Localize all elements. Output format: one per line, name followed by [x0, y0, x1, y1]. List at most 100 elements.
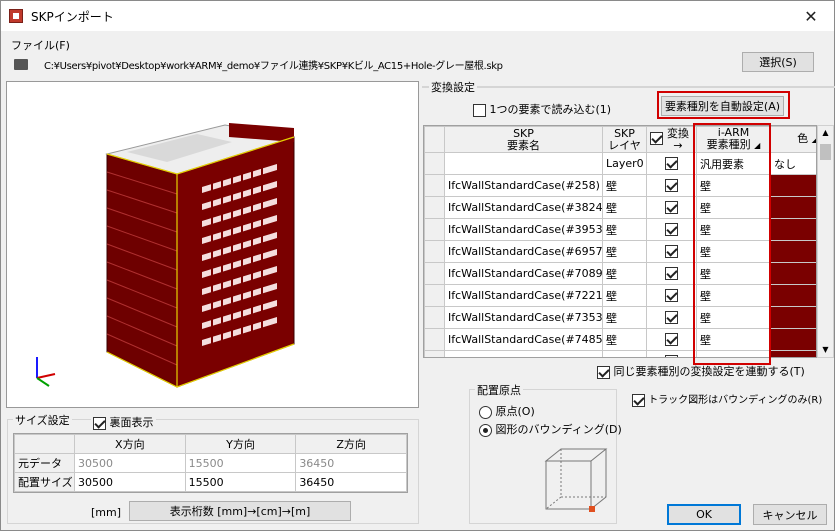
convert-check[interactable] [665, 355, 678, 357]
row-header[interactable] [424, 174, 445, 197]
scroll-thumb[interactable] [820, 144, 831, 160]
size-header-corner [14, 434, 75, 454]
color-cell[interactable] [770, 240, 816, 263]
row-header[interactable] [424, 152, 445, 175]
convert-cell[interactable] [646, 284, 697, 307]
origin-option-origin[interactable]: 原点(O) [479, 403, 535, 419]
highlight-auto-set [657, 91, 790, 119]
folder-icon [14, 59, 28, 70]
convert-check[interactable] [665, 223, 678, 237]
back-face-checkbox[interactable]: 裏面表示 [91, 414, 156, 430]
convert-cell[interactable] [646, 328, 697, 351]
convert-check[interactable] [665, 157, 678, 171]
convert-check[interactable] [665, 333, 678, 347]
skp-element-name: IfcWallStandardCase(#3953) [444, 218, 603, 241]
color-cell[interactable]: なし [770, 152, 816, 175]
bounding-radio[interactable] [479, 423, 492, 437]
row-header[interactable] [424, 284, 445, 307]
size-row-original: 元データ 30500 15500 36450 [14, 453, 407, 473]
row-header[interactable] [424, 350, 445, 357]
row-header[interactable] [424, 262, 445, 285]
skp-layer-cell: Layer0 [602, 152, 647, 175]
color-cell[interactable] [770, 306, 816, 329]
skp-element-name: IfcWallStandardCase(#7221) [444, 284, 603, 307]
placement-y-input[interactable]: 15500 [184, 472, 297, 492]
size-row-label: 配置サイズ [14, 472, 75, 492]
row-header[interactable] [424, 328, 445, 351]
truck-bounding-checkbox[interactable]: トラック図形はバウンディングのみ(R) [632, 391, 822, 407]
convert-cell[interactable] [646, 240, 697, 263]
convert-cell[interactable] [646, 174, 697, 197]
color-cell[interactable] [770, 328, 816, 351]
size-settings-label: サイズ設定 [13, 412, 72, 428]
scroll-up-icon[interactable]: ▲ [818, 126, 833, 140]
size-header-y: Y方向 [184, 434, 297, 454]
bounding-box-icon [544, 448, 608, 512]
convert-cell[interactable] [646, 350, 697, 357]
convert-check[interactable] [665, 267, 678, 281]
col-color[interactable]: 色 ◢ [770, 126, 816, 153]
skp-layer-cell: 壁 [602, 218, 647, 241]
col-convert[interactable]: 変換 → [646, 126, 697, 153]
size-grid[interactable]: X方向 Y方向 Z方向 元データ 30500 15500 36450 配置サイズ… [13, 433, 408, 493]
link-same-type-checkbox[interactable]: 同じ要素種別の変換設定を連動する(T) [597, 363, 805, 379]
convert-check[interactable] [665, 179, 678, 193]
color-cell[interactable] [770, 174, 816, 197]
load-as-one-check[interactable] [473, 103, 486, 117]
load-as-one-checkbox[interactable]: 1つの要素で読み込む(1) [473, 101, 611, 117]
title-bar: SKPインポート ✕ [1, 1, 834, 31]
link-same-type-check[interactable] [597, 365, 610, 379]
close-icon[interactable]: ✕ [788, 1, 834, 31]
highlight-iarm-column [693, 123, 771, 365]
skp-layer-cell: 壁 [602, 174, 647, 197]
size-header-x: X方向 [74, 434, 186, 454]
origin-radio[interactable] [479, 405, 492, 419]
size-row-label: 元データ [14, 453, 75, 473]
convert-check[interactable] [665, 245, 678, 259]
col-skp-layer[interactable]: SKP レイヤ [602, 126, 647, 153]
select-file-button[interactable]: 選択(S) [742, 52, 814, 72]
convert-cell[interactable] [646, 218, 697, 241]
color-cell[interactable] [770, 262, 816, 285]
display-digits-button[interactable]: 表示桁数 [mm]→[cm]→[m] [129, 501, 351, 521]
original-z: 36450 [295, 453, 407, 473]
convert-cell[interactable] [646, 152, 697, 175]
ok-button[interactable]: OK [667, 504, 741, 525]
skp-element-name: IfcWallStandardCase(#258) [444, 174, 603, 197]
building-preview-graphic [36, 123, 295, 388]
skp-layer-cell: 壁 [602, 284, 647, 307]
skp-element-name: IfcWallStandardCase(#7353) [444, 306, 603, 329]
convert-check[interactable] [665, 201, 678, 215]
color-cell[interactable] [770, 196, 816, 219]
skp-layer-cell: 壁 [602, 306, 647, 329]
convert-cell[interactable] [646, 262, 697, 285]
row-header-corner [424, 126, 445, 153]
placement-x-input[interactable]: 30500 [74, 472, 186, 492]
grid-vertical-scrollbar[interactable]: ▲ ▼ [817, 125, 834, 358]
origin-option-bounding[interactable]: 図形のバウンディング(D) [479, 421, 622, 437]
convert-check[interactable] [665, 289, 678, 303]
app-icon [9, 9, 23, 23]
row-header[interactable] [424, 218, 445, 241]
row-header[interactable] [424, 240, 445, 263]
row-header[interactable] [424, 306, 445, 329]
skp-element-name: IfcWallStandardCase(#6957) [444, 240, 603, 263]
color-cell[interactable] [770, 350, 816, 357]
row-header[interactable] [424, 196, 445, 219]
skp-element-name: IfcWallStandardCase(#7485) [444, 328, 603, 351]
truck-bounding-check[interactable] [632, 393, 645, 407]
placement-z-input[interactable]: 36450 [295, 472, 407, 492]
color-cell[interactable] [770, 284, 816, 307]
col-skp-element[interactable]: SKP 要素名 [444, 126, 603, 153]
back-face-check[interactable] [93, 416, 106, 430]
convert-all-check[interactable] [650, 131, 663, 145]
convert-cell[interactable] [646, 306, 697, 329]
convert-cell[interactable] [646, 196, 697, 219]
model-preview[interactable] [6, 81, 419, 408]
color-cell[interactable] [770, 218, 816, 241]
cancel-button[interactable]: キャンセル [753, 504, 827, 525]
scroll-down-icon[interactable]: ▼ [818, 343, 833, 357]
skp-layer-cell: 壁 [602, 196, 647, 219]
convert-check[interactable] [665, 311, 678, 325]
skp-element-name [444, 152, 603, 175]
